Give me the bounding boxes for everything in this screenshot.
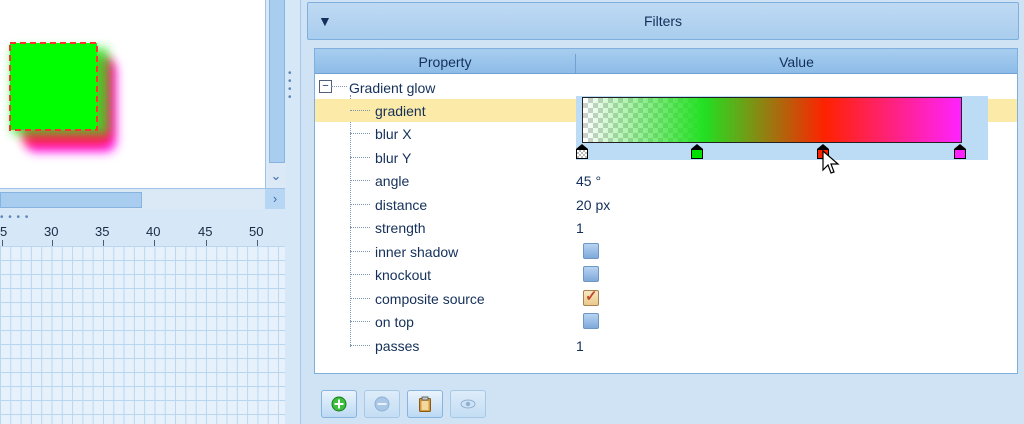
property-label: blur X <box>375 126 412 142</box>
gradient-editor[interactable] <box>576 96 988 160</box>
ruler-tick: 50 <box>249 224 264 239</box>
table-row-on-top[interactable]: on top <box>315 310 1017 333</box>
toggle-visibility-button[interactable] <box>450 390 486 418</box>
ruler-tick: 45 <box>198 224 213 239</box>
timeline-frames-grid[interactable] <box>0 246 285 424</box>
table-header: Property Value <box>315 49 1017 74</box>
gradient-stop-green[interactable] <box>691 144 703 159</box>
ruler-tick: 35 <box>95 224 110 239</box>
table-row-angle[interactable]: angle 45 ° <box>315 169 1017 192</box>
vertical-splitter-grip[interactable]: • • • • <box>288 69 296 103</box>
table-row-distance[interactable]: distance 20 px <box>315 193 1017 216</box>
table-row-inner-shadow[interactable]: inner shadow <box>315 240 1017 263</box>
property-label: blur Y <box>375 150 412 166</box>
plus-circle-icon <box>331 396 347 412</box>
property-label: knockout <box>375 267 432 283</box>
column-header-value[interactable]: Value <box>576 54 1017 70</box>
filters-title: Filters <box>643 13 683 29</box>
knockout-checkbox[interactable] <box>583 266 599 282</box>
horizontal-scroll-thumb[interactable] <box>0 192 142 208</box>
green-rectangle <box>9 42 98 131</box>
property-label: gradient <box>375 103 426 119</box>
canvas-vertical-scrollbar[interactable]: ⌄ <box>265 0 286 188</box>
property-value[interactable]: 1 <box>576 220 584 236</box>
add-filter-button[interactable] <box>321 390 357 418</box>
property-label: angle <box>375 173 410 189</box>
property-label: inner shadow <box>375 244 459 260</box>
remove-filter-button[interactable] <box>364 390 400 418</box>
on-top-checkbox[interactable] <box>583 313 599 329</box>
timeline-ruler: 5 30 35 40 45 50 <box>0 224 285 246</box>
property-value[interactable]: 1 <box>576 338 584 354</box>
table-row-strength[interactable]: strength 1 <box>315 216 1017 239</box>
column-header-property[interactable]: Property <box>315 54 576 73</box>
table-row-passes[interactable]: passes 1 <box>315 334 1017 357</box>
property-label: distance <box>375 197 428 213</box>
gradient-stop-transparent[interactable] <box>576 144 588 159</box>
table-row-composite-source[interactable]: composite source ✓ <box>315 287 1017 310</box>
property-label: strength <box>375 220 426 236</box>
gradient-stop-magenta[interactable] <box>954 144 966 159</box>
property-label: on top <box>375 314 414 330</box>
filters-section-header[interactable]: ▼ Filters <box>307 2 1019 40</box>
canvas-horizontal-scrollbar[interactable]: › <box>0 188 285 209</box>
gradient-preview-bar[interactable] <box>582 97 962 143</box>
checkmark-icon: ✓ <box>585 288 598 305</box>
clipboard-icon <box>419 396 431 412</box>
property-label: passes <box>375 338 420 354</box>
property-label: composite source <box>375 291 485 307</box>
property-value[interactable]: 45 ° <box>576 173 601 189</box>
property-value[interactable]: 20 px <box>576 197 610 213</box>
vertical-scroll-thumb[interactable] <box>269 0 285 163</box>
ruler-tick: 5 <box>0 224 8 239</box>
composite-source-checkbox[interactable]: ✓ <box>583 288 599 306</box>
chevron-right-icon[interactable]: › <box>265 189 285 209</box>
ruler-tick: 40 <box>146 224 161 239</box>
paste-filter-button[interactable] <box>407 390 443 418</box>
minus-circle-icon <box>374 396 390 412</box>
stage-canvas[interactable] <box>0 0 266 188</box>
ruler-tick: 30 <box>44 224 59 239</box>
group-label: Gradient glow <box>349 80 436 96</box>
mouse-pointer-icon <box>822 150 840 174</box>
shape-preview[interactable] <box>0 0 265 188</box>
chevron-down-icon[interactable]: ⌄ <box>266 166 286 186</box>
table-row-knockout[interactable]: knockout <box>315 263 1017 286</box>
inner-shadow-checkbox[interactable] <box>583 243 599 259</box>
eye-icon <box>460 399 476 409</box>
horizontal-splitter-grip[interactable]: • • • • <box>0 212 29 223</box>
